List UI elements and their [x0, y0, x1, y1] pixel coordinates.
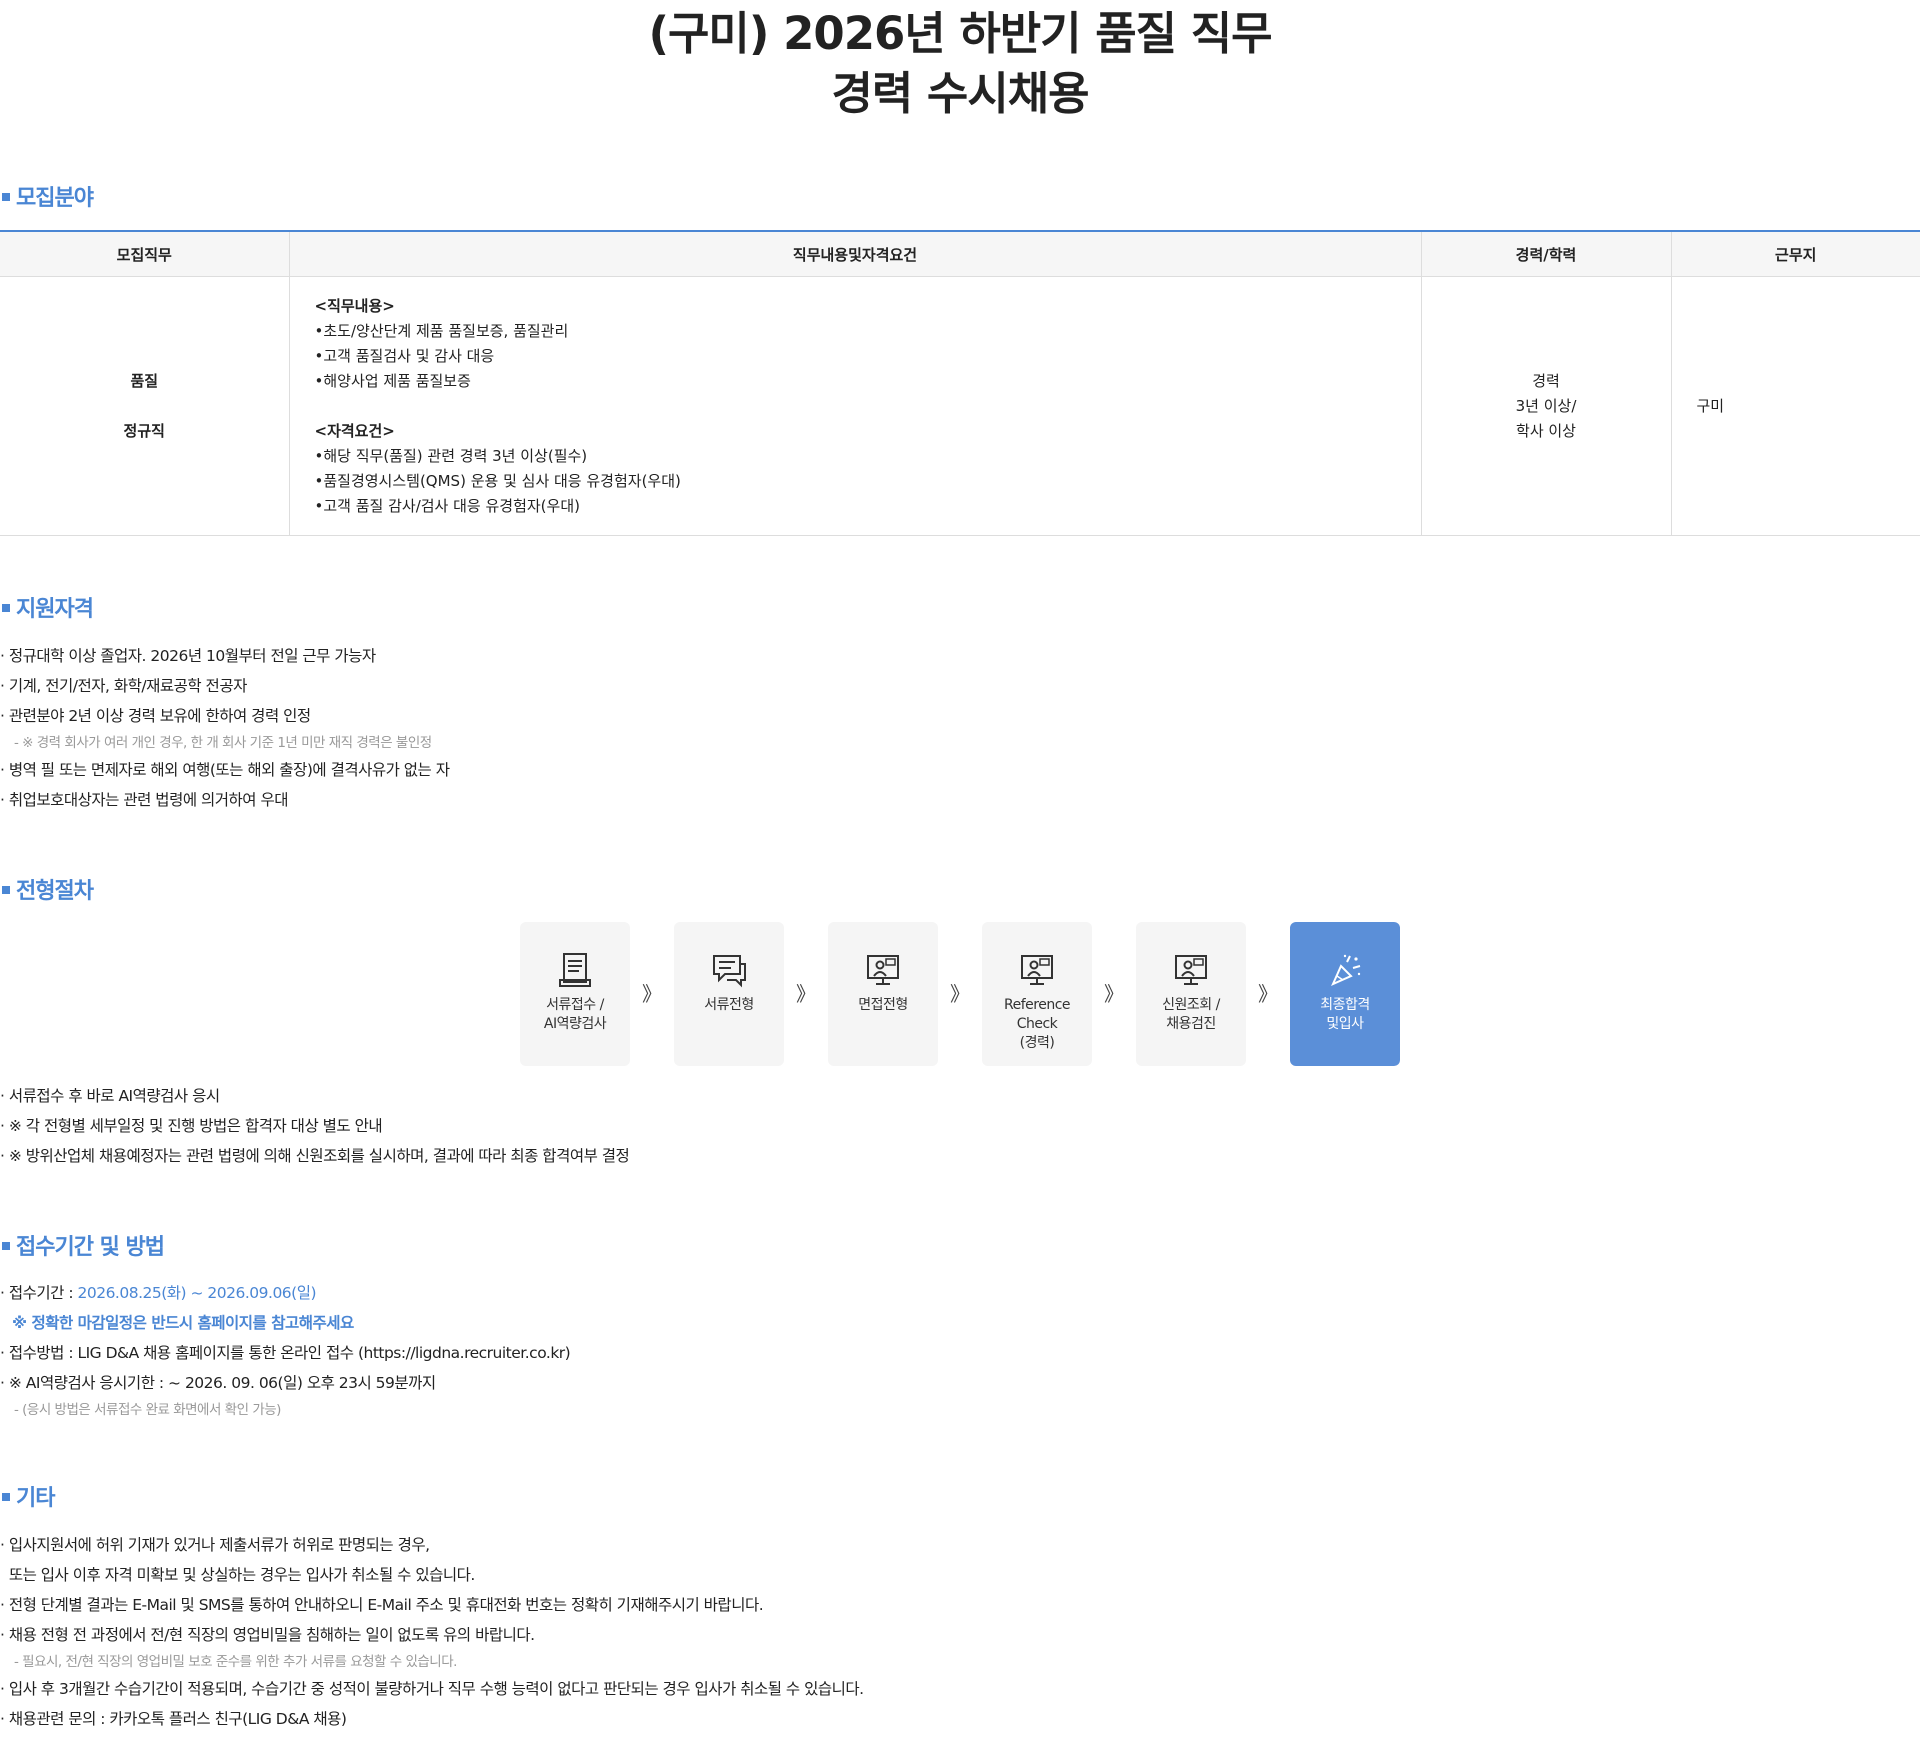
bullet-square-icon	[2, 193, 10, 201]
section-heading-text: 기타	[16, 1486, 55, 1511]
table-header-row: 모집직무 직무내용및자격요건 경력/학력 근무지	[0, 231, 1920, 277]
section-heading-text: 접수기간 및 방법	[16, 1235, 165, 1260]
list-item: · 정규대학 이상 졸업자. 2026년 10월부터 전일 근무 가능자	[0, 647, 376, 665]
req-item: •고객 품질 감사/검사 대응 유경험자(우대)	[314, 496, 581, 515]
list-item: · 전형 단계별 결과는 E-Mail 및 SMS를 통하여 안내하오니 E-M…	[0, 1596, 764, 1614]
document-icon	[559, 953, 591, 987]
bullet-square-icon	[2, 604, 10, 612]
career-line: 학사 이상	[1516, 421, 1576, 440]
step-arrow-icon: 》	[950, 982, 970, 1006]
etc-list: · 입사지원서에 허위 기재가 있거나 제출서류가 허위로 판명되는 경우, 또…	[0, 1530, 864, 1734]
section-heading-qual: 지원자격	[0, 595, 94, 625]
list-item: · 기계, 전기/전자, 화학/재료공학 전공자	[0, 677, 247, 695]
duty-heading: <직무내용>	[314, 296, 395, 315]
career-line: 경력	[1532, 371, 1560, 390]
step-label: 서류접수 / AI역량검사	[543, 997, 607, 1032]
section-heading-text: 지원자격	[16, 597, 94, 622]
list-note: - (응시 방법은 서류접수 완료 화면에서 확인 가능)	[14, 1402, 281, 1418]
list-item: · ※ 방위산업체 채용예정자는 관련 법령에 의해 신원조회를 실시하며, 결…	[0, 1147, 630, 1165]
career-line: 3년 이상/	[1515, 396, 1577, 415]
col-header-location: 근무지	[1671, 231, 1920, 277]
section-heading-recruit: 모집분야	[0, 184, 94, 214]
cell-job: 품질 정규직	[0, 276, 290, 536]
duty-item: •해양사업 제품 품질보증	[314, 371, 471, 390]
section-heading-period: 접수기간 및 방법	[0, 1233, 165, 1263]
list-item: · 병역 필 또는 면제자로 해외 여행(또는 해외 출장)에 결격사유가 없는…	[0, 761, 450, 779]
step-document-review: 서류전형	[674, 922, 784, 1066]
monitor-person-icon	[1021, 955, 1053, 985]
table-row: 품질 정규직 <직무내용> •초도/양산단계 제품 품질보증, 품질관리 •고객…	[0, 276, 1920, 536]
monitor-person-icon	[867, 955, 899, 985]
step-label: 서류전형	[704, 997, 754, 1013]
section-heading-etc: 기타	[0, 1484, 55, 1514]
cell-career: 경력 3년 이상/ 학사 이상	[1421, 276, 1672, 536]
list-item: · 서류접수 후 바로 AI역량검사 응시	[0, 1087, 220, 1105]
list-item: · ※ AI역량검사 응시기한 : ~ 2026. 09. 06(일) 오후 2…	[0, 1374, 436, 1392]
party-popper-icon	[1331, 954, 1361, 986]
recruit-table: 모집직무 직무내용및자격요건 경력/학력 근무지 품질 정규직 <직무내용> •…	[0, 230, 1920, 536]
section-heading-text: 전형절차	[16, 879, 94, 904]
step-interview: 면접전형	[828, 922, 938, 1066]
step-label: 신원조회 / 채용검진	[1162, 997, 1220, 1032]
period-note: ※ 정확한 마감일정은 반드시 홈페이지를 참고해주세요	[12, 1314, 354, 1332]
list-note: - 필요시, 전/현 직장의 영업비밀 보호 준수를 위한 추가 서류를 요청할…	[14, 1654, 457, 1670]
req-heading: <자격요건>	[314, 421, 395, 440]
list-item: · 접수기간 : 2026.08.25(화) ~ 2026.09.06(일)	[0, 1278, 570, 1308]
list-item: · 입사지원서에 허위 기재가 있거나 제출서류가 허위로 판명되는 경우,	[0, 1536, 430, 1554]
qual-list: · 정규대학 이상 졸업자. 2026년 10월부터 전일 근무 가능자 · 기…	[0, 641, 450, 815]
bullet-square-icon	[2, 1242, 10, 1250]
step-label: 최종합격 및입사	[1320, 997, 1370, 1032]
col-header-desc: 직무내용및자격요건	[289, 231, 1422, 277]
step-reference-check: Reference Check (경력)	[982, 922, 1092, 1066]
page-title-line2: 경력 수시채용	[831, 67, 1089, 120]
duty-item: •초도/양산단계 제품 품질보증, 품질관리	[314, 321, 569, 340]
list-item: · 입사 후 3개월간 수습기간이 적용되며, 수습기간 중 성적이 불량하거나…	[0, 1680, 864, 1698]
col-header-career: 경력/학력	[1421, 231, 1672, 277]
req-item: •품질경영시스템(QMS) 운용 및 심사 대응 유경험자(우대)	[314, 471, 681, 490]
list-item: · 채용 전형 전 과정에서 전/현 직장의 영업비밀을 침해하는 일이 없도록…	[0, 1626, 535, 1644]
bullet-square-icon	[2, 886, 10, 894]
chat-icon	[713, 955, 746, 988]
cell-location: 구미	[1671, 276, 1920, 536]
step-arrow-icon: 》	[1258, 982, 1278, 1006]
step-final-hire: 최종합격 및입사	[1290, 922, 1400, 1066]
step-application: 서류접수 / AI역량검사	[520, 922, 630, 1066]
bullet-square-icon	[2, 1493, 10, 1501]
period-label: · 접수기간 :	[0, 1284, 78, 1302]
section-heading-process: 전형절차	[0, 877, 94, 907]
step-arrow-icon: 》	[796, 982, 816, 1006]
step-arrow-icon: 》	[1104, 982, 1124, 1006]
monitor-person-icon	[1175, 955, 1207, 985]
duty-item: •고객 품질검사 및 감사 대응	[314, 346, 495, 365]
list-note: - ※ 경력 회사가 여러 개인 경우, 한 개 회사 기준 1년 미만 재직 …	[14, 735, 432, 751]
period-value: 2026.08.25(화) ~ 2026.09.06(일)	[77, 1284, 317, 1302]
page-title-line1: (구미) 2026년 하반기 품질 직무	[648, 7, 1272, 60]
list-item: · 관련분야 2년 이상 경력 보유에 한하여 경력 인정	[0, 707, 311, 725]
period-list: · 접수기간 : 2026.08.25(화) ~ 2026.09.06(일) ※…	[0, 1278, 571, 1422]
step-label: 면접전형	[858, 997, 908, 1013]
job-name: 품질	[130, 371, 159, 390]
list-item: · 채용관련 문의 : 카카오톡 플러스 친구(LIG D&A 채용)	[0, 1710, 347, 1728]
cell-desc: <직무내용> •초도/양산단계 제품 품질보증, 품질관리 •고객 품질검사 및…	[289, 276, 1422, 536]
step-background-check: 신원조회 / 채용검진	[1136, 922, 1246, 1066]
step-arrow-icon: 》	[642, 982, 662, 1006]
col-header-job: 모집직무	[0, 231, 290, 277]
step-label: Reference Check (경력)	[1004, 997, 1071, 1051]
list-item: · ※ 각 전형별 세부일정 및 진행 방법은 합격자 대상 별도 안내	[0, 1117, 383, 1135]
list-item: · 접수방법 : LIG D&A 채용 홈페이지를 통한 온라인 접수 (htt…	[0, 1344, 571, 1362]
req-item: •해당 직무(품질) 관련 경력 3년 이상(필수)	[314, 446, 588, 465]
list-item: · 취업보호대상자는 관련 법령에 의거하여 우대	[0, 791, 289, 809]
process-notes: · 서류접수 후 바로 AI역량검사 응시 · ※ 각 전형별 세부일정 및 진…	[0, 1081, 630, 1171]
list-item: 또는 입사 이후 자격 미확보 및 상실하는 경우는 입사가 취소될 수 있습니…	[0, 1566, 475, 1584]
section-heading-text: 모집분야	[16, 186, 94, 211]
job-type: 정규직	[123, 421, 165, 440]
page-title: (구미) 2026년 하반기 품질 직무 경력 수시채용	[0, 4, 1920, 124]
